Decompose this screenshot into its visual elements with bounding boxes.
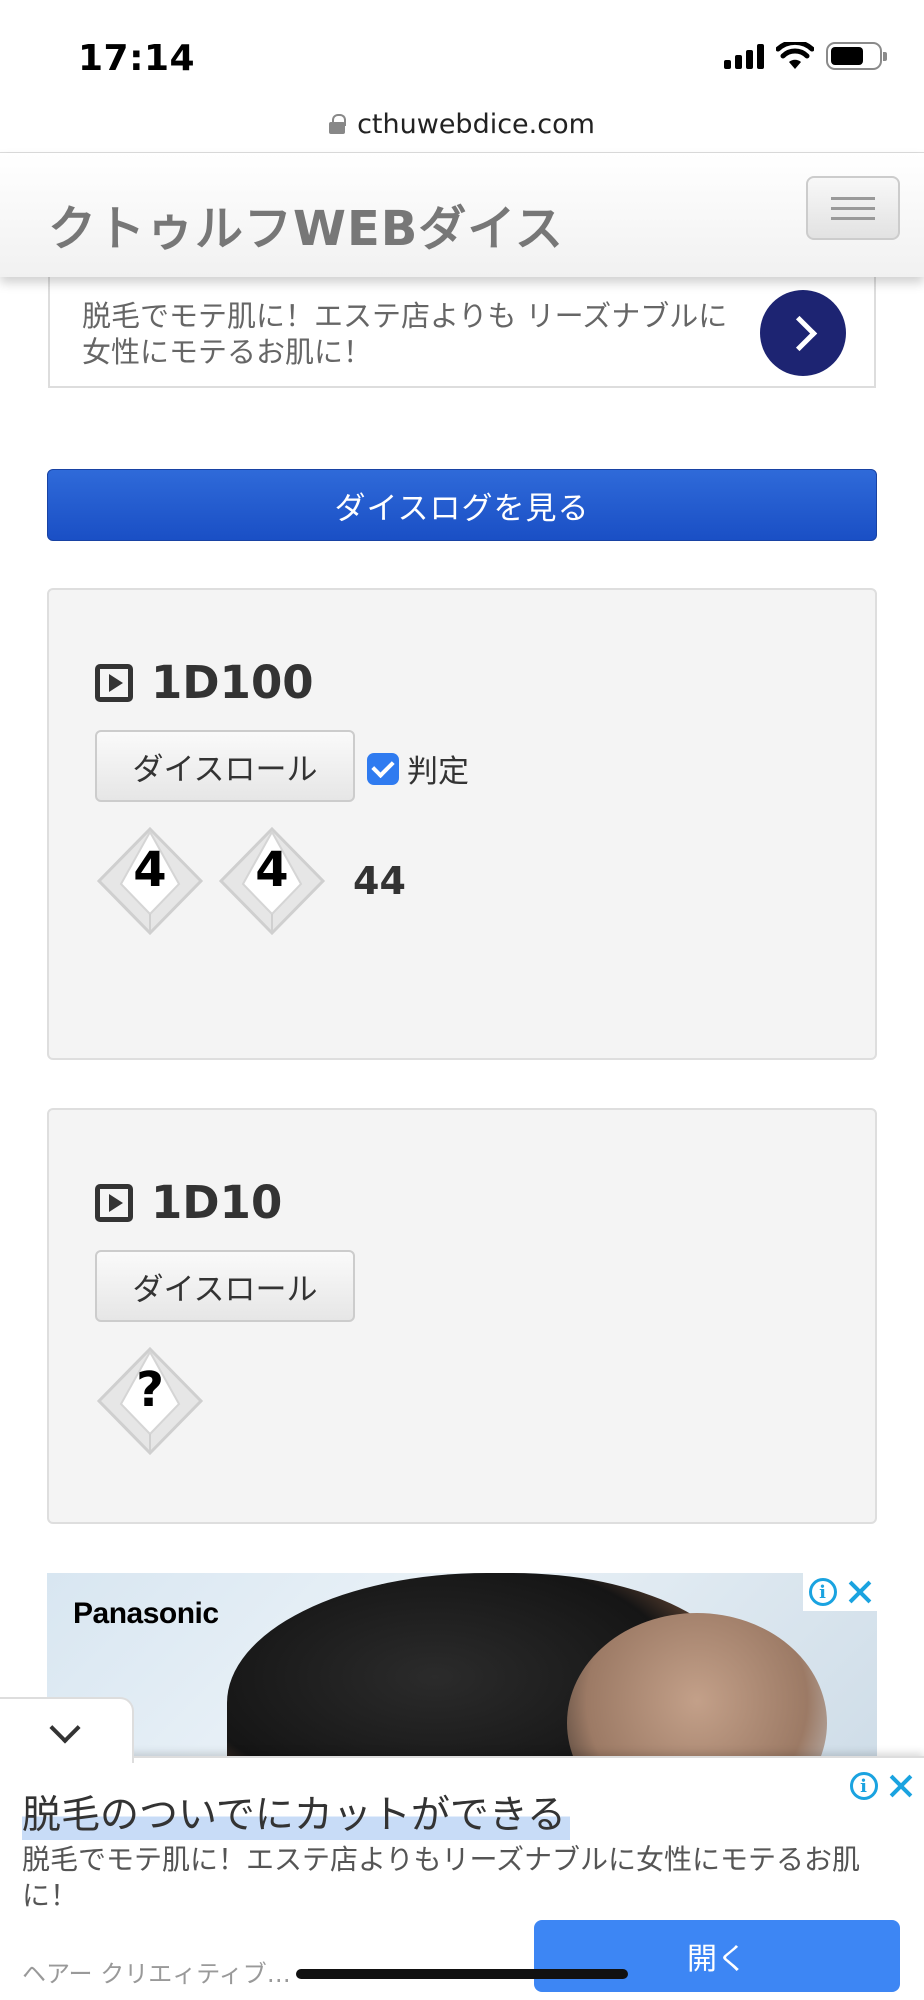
anchor-ad[interactable]: 脱毛のついでにカットができる 脱毛でモテ肌に！エステ店よりもリーズナブルに女性に…	[0, 1756, 924, 2000]
top-ad-banner[interactable]: 脱毛でモテ肌に！エステ店よりも リーズナブルに女性にモテるお肌に！	[48, 258, 876, 388]
judge-checkbox-group[interactable]: 判定	[367, 746, 469, 791]
dice-result-row: ?	[95, 1346, 205, 1456]
menu-button[interactable]	[806, 176, 900, 240]
anchor-ad-text: 脱毛でモテ肌に！エステ店よりもリーズナブルに女性にモテるお肌に！	[22, 1843, 861, 1912]
url-text: cthuwebdice.com	[357, 108, 595, 140]
lock-icon	[329, 114, 347, 134]
info-icon[interactable]: i	[849, 1772, 878, 1800]
play-icon	[95, 1183, 133, 1222]
dice-panel-1d100: 1D100 ダイスロール 判定 4 4 44	[47, 588, 877, 1060]
top-ad-text: 脱毛でモテ肌に！エステ店よりも リーズナブルに女性にモテるお肌に！	[82, 299, 728, 369]
ad-choices[interactable]: i	[844, 1766, 918, 1806]
d10-die-icon: ?	[95, 1346, 205, 1456]
wifi-icon	[776, 42, 814, 69]
panel-title-text: 1D100	[151, 656, 314, 709]
hamburger-line	[831, 196, 875, 200]
panel-title-text: 1D10	[151, 1176, 283, 1229]
open-button[interactable]: 開く	[534, 1920, 900, 1992]
chevron-right-icon[interactable]	[760, 290, 846, 376]
battery-icon	[826, 42, 887, 70]
d10-die-icon: 4	[217, 826, 327, 936]
image-ad[interactable]: Panasonic i	[47, 1573, 877, 1763]
dice-total: 44	[353, 859, 406, 903]
dice-roll-button[interactable]: ダイスロール	[95, 1250, 355, 1322]
ad-choices[interactable]: i	[803, 1573, 877, 1611]
home-indicator	[296, 1969, 628, 1979]
cellular-signal-icon	[724, 43, 764, 69]
close-icon[interactable]	[848, 1580, 872, 1604]
hamburger-line	[831, 216, 875, 220]
address-bar[interactable]: cthuwebdice.com	[0, 96, 924, 152]
status-bar: 17:14	[0, 0, 924, 110]
dice-panel-1d10: 1D10 ダイスロール ?	[47, 1108, 877, 1524]
dice-result-row: 4 4 44	[95, 826, 406, 936]
die-value: 4	[133, 842, 167, 898]
judge-checkbox[interactable]	[367, 752, 399, 785]
site-title[interactable]: クトゥルフWEBダイス	[48, 189, 564, 259]
d10-die-icon: 4	[95, 826, 205, 936]
status-icons	[724, 42, 887, 70]
chevron-down-icon[interactable]	[0, 1697, 134, 1763]
anchor-ad-source: ヘアー クリエィティブ…	[22, 1960, 291, 1988]
ad-brand-logo: Panasonic	[73, 1597, 219, 1630]
judge-label: 判定	[407, 754, 469, 790]
hamburger-line	[831, 206, 875, 210]
dice-roll-button[interactable]: ダイスロール	[95, 730, 355, 802]
die-value: 4	[255, 842, 289, 898]
site-header: クトゥルフWEBダイス	[0, 153, 924, 277]
close-icon[interactable]	[889, 1774, 913, 1798]
status-time: 17:14	[78, 38, 196, 79]
info-icon[interactable]: i	[808, 1578, 837, 1606]
dice-log-button[interactable]: ダイスログを見る	[47, 469, 877, 541]
anchor-ad-title: 脱毛のついでにカットができる	[22, 1784, 571, 1840]
die-value: ?	[136, 1362, 164, 1418]
panel-title: 1D10	[95, 1176, 282, 1229]
play-icon	[95, 663, 133, 702]
panel-title: 1D100	[95, 656, 314, 709]
